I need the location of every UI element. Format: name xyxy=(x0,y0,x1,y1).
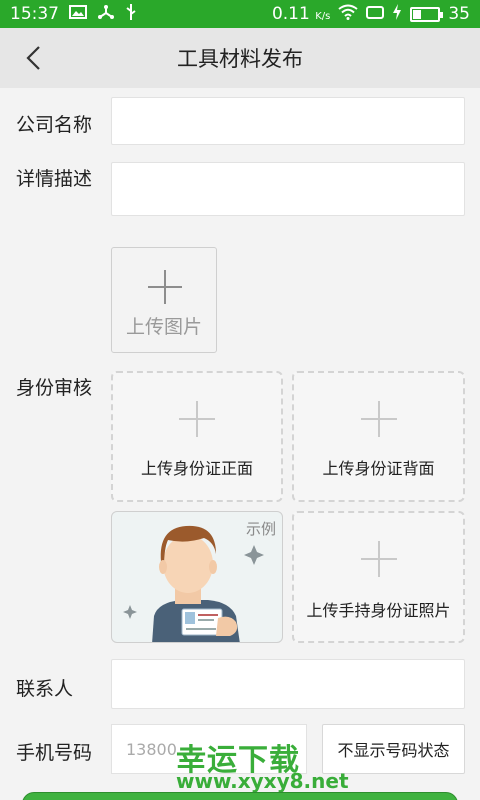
plus-icon xyxy=(360,541,397,577)
contact-input[interactable] xyxy=(111,659,465,709)
upload-id-handheld-label: 上传手持身份证照片 xyxy=(306,601,451,620)
usb-icon xyxy=(125,3,137,26)
contact-label: 联系人 xyxy=(16,678,74,700)
image-icon xyxy=(69,4,87,24)
plus-icon xyxy=(179,401,215,437)
upload-image-label: 上传图片 xyxy=(125,316,202,338)
id-example-image: 示例 xyxy=(111,511,283,643)
detail-description-label: 详情描述 xyxy=(16,168,93,190)
battery-level: 35 xyxy=(448,4,470,24)
detail-description-input[interactable] xyxy=(111,162,465,216)
watermark-url: www.xyxy8.net xyxy=(176,769,349,793)
phone-placeholder: 13800 xyxy=(126,739,177,759)
battery-icon xyxy=(410,6,444,22)
chevron-left-icon xyxy=(26,46,40,70)
plus-icon xyxy=(360,401,397,437)
phone-label: 手机号码 xyxy=(16,742,93,764)
usb-share-icon xyxy=(97,4,115,25)
sim-icon xyxy=(366,4,385,24)
status-bar: 15:37 0.11 K/s 35 xyxy=(0,0,480,28)
identity-verification-label: 身份审核 xyxy=(16,377,93,399)
upload-id-handheld-button[interactable]: 上传手持身份证照片 xyxy=(292,511,465,643)
upload-id-front-button[interactable]: 上传身份证正面 xyxy=(111,371,283,502)
status-time: 15:37 xyxy=(10,4,59,24)
upload-id-back-button[interactable]: 上传身份证背面 xyxy=(292,371,465,502)
company-name-label: 公司名称 xyxy=(16,114,93,136)
submit-button[interactable] xyxy=(22,792,458,800)
company-name-input[interactable] xyxy=(111,97,465,145)
back-button[interactable] xyxy=(18,42,48,74)
upload-id-back-label: 上传身份证背面 xyxy=(322,459,435,478)
upload-image-button[interactable]: 上传图片 xyxy=(111,247,217,353)
person-holding-id-illustration xyxy=(123,525,264,642)
title-bar: 工具材料发布 xyxy=(0,28,480,88)
hide-phone-button[interactable]: 不显示号码状态 xyxy=(322,724,465,774)
page-title: 工具材料发布 xyxy=(177,47,303,71)
wifi-icon xyxy=(338,4,358,25)
upload-id-front-label: 上传身份证正面 xyxy=(140,459,253,478)
plus-icon xyxy=(148,270,182,304)
charging-icon xyxy=(392,3,402,25)
network-speed: 0.11 K/s xyxy=(271,4,331,24)
